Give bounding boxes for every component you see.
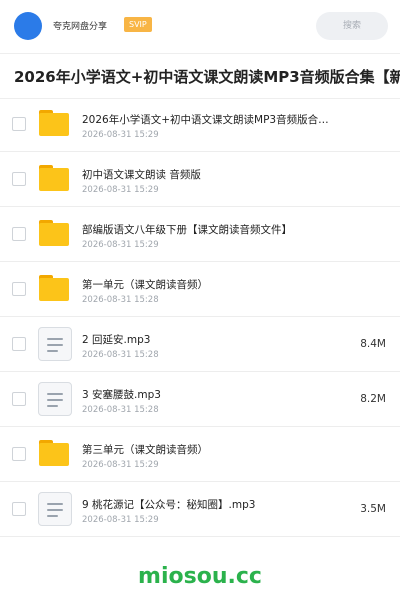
item-name: 初中语文课文朗读 音频版 [82,169,201,181]
item-date: 2026-08-31 15:29 [82,515,159,525]
list-item[interactable]: 部编版语文八年级下册【课文朗读音频文件】 2026-08-31 15:29 [0,208,400,262]
search-input[interactable]: 搜索 [316,12,388,40]
folder-icon [39,220,69,246]
audio-file-icon [38,492,72,526]
row-checkbox[interactable] [12,282,26,296]
folder-icon [39,275,69,301]
row-checkbox[interactable] [12,172,26,186]
item-date: 2026-08-31 15:29 [82,460,159,470]
folder-icon [39,165,69,191]
page-title-bar: 2026年小学语文+初中语文课文朗读MP3音频版合集【新教 [0,53,400,99]
svip-badge: SVIP [124,17,152,32]
row-checkbox[interactable] [12,227,26,241]
row-checkbox[interactable] [12,117,26,131]
list-item[interactable]: 9 桃花源记【公众号：秘知圈】.mp3 2026-08-31 15:29 3.5… [0,483,400,537]
list-item[interactable]: 2026年小学语文+初中语文课文朗读MP3音频版合… 2026-08-31 15… [0,98,400,152]
item-date: 2026-08-31 15:29 [82,240,159,250]
item-date: 2026-08-31 15:29 [82,130,159,140]
item-name: 第一单元（课文朗读音频） [82,279,208,291]
item-name: 2 回延安.mp3 [82,334,151,346]
item-size: 8.2M [360,393,386,405]
watermark: miosou.cc [138,564,262,589]
audio-file-icon [38,327,72,361]
list-item[interactable]: 初中语文课文朗读 音频版 2026-08-31 15:29 [0,153,400,207]
item-size: 8.4M [360,338,386,350]
item-date: 2026-08-31 15:28 [82,405,159,415]
row-checkbox[interactable] [12,447,26,461]
item-name: 部编版语文八年级下册【课文朗读音频文件】 [82,224,292,236]
row-checkbox[interactable] [12,337,26,351]
item-name: 3 安塞腰鼓.mp3 [82,389,161,401]
item-name: 9 桃花源记【公众号：秘知圈】.mp3 [82,499,256,511]
item-date: 2026-08-31 15:28 [82,295,159,305]
audio-file-icon [38,382,72,416]
item-date: 2026-08-31 15:28 [82,350,159,360]
item-name: 2026年小学语文+初中语文课文朗读MP3音频版合… [82,114,329,126]
row-checkbox[interactable] [12,502,26,516]
folder-icon [39,440,69,466]
username: 夸克网盘分享 [53,22,108,32]
list-item[interactable]: 2 回延安.mp3 2026-08-31 15:28 8.4M [0,318,400,372]
item-name: 第三单元（课文朗读音频） [82,444,208,456]
avatar[interactable] [14,12,42,40]
item-size: 3.5M [360,503,386,515]
list-item[interactable]: 第三单元（课文朗读音频） 2026-08-31 15:29 [0,428,400,482]
list-item[interactable]: 3 安塞腰鼓.mp3 2026-08-31 15:28 8.2M [0,373,400,427]
page-title: 2026年小学语文+初中语文课文朗读MP3音频版合集【新教 [14,68,400,86]
row-checkbox[interactable] [12,392,26,406]
item-date: 2026-08-31 15:29 [82,185,159,195]
list-item[interactable]: 第一单元（课文朗读音频） 2026-08-31 15:28 [0,263,400,317]
app-header: 夸克网盘分享 SVIP 搜索 [0,0,400,52]
file-list: 2026年小学语文+初中语文课文朗读MP3音频版合… 2026-08-31 15… [0,98,400,538]
folder-icon [39,110,69,136]
